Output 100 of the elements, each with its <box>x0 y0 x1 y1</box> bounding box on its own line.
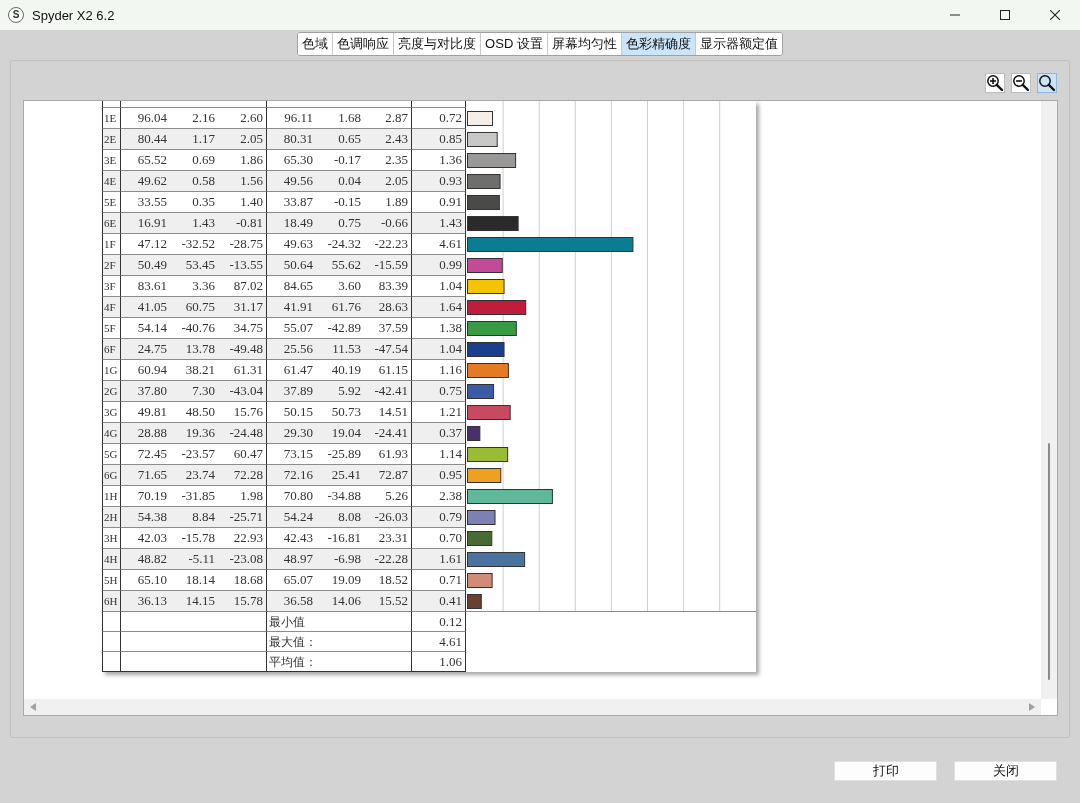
table-cell: 18.49 <box>267 213 316 234</box>
table-cell: -0.66 <box>364 213 412 234</box>
app-logo: S <box>8 7 24 23</box>
scroll-left-icon[interactable] <box>30 703 36 711</box>
window-title: Spyder X2 6.2 <box>32 7 115 23</box>
table-cell: 0.75 <box>412 381 466 402</box>
table-cell: 0.58 <box>170 171 218 192</box>
table-cell: 15.78 <box>218 591 267 612</box>
table-cell: 50.64 <box>267 255 316 276</box>
scroll-right-icon[interactable] <box>1029 703 1035 711</box>
table-cell: 1.56 <box>218 171 267 192</box>
table-cell: 1.17 <box>170 129 218 150</box>
table-cell: -24.41 <box>364 423 412 444</box>
table-cell: 71.65 <box>121 465 170 486</box>
table-cell: 0.12 <box>412 612 466 632</box>
table-cell <box>102 652 121 672</box>
close-button[interactable]: 关闭 <box>954 761 1057 781</box>
table-cell: 2.05 <box>218 129 267 150</box>
table-cell: 48.97 <box>267 549 316 570</box>
table-cell: 1.04 <box>412 339 466 360</box>
vertical-scrollbar[interactable] <box>1041 101 1057 699</box>
table-cell: 1.43 <box>412 213 466 234</box>
table-cell: 31.17 <box>218 297 267 318</box>
table-cell: 41.91 <box>267 297 316 318</box>
table-cell: 2H <box>102 507 121 528</box>
table-cell: -26.03 <box>364 507 412 528</box>
table-cell: 0.75 <box>316 213 364 234</box>
table-cell: 36.58 <box>267 591 316 612</box>
table-cell: 最大值： <box>267 632 412 652</box>
table-cell: -49.48 <box>218 339 267 360</box>
print-button[interactable]: 打印 <box>834 761 937 781</box>
table-cell: 72.87 <box>364 465 412 486</box>
table-cell: 37.80 <box>121 381 170 402</box>
table-cell: 61.76 <box>316 297 364 318</box>
tab[interactable]: 色彩精确度 <box>620 33 695 55</box>
table-cell: 1.64 <box>412 297 466 318</box>
table-cell: 41.05 <box>121 297 170 318</box>
table-cell: 1.61 <box>412 549 466 570</box>
table-cell: -5.11 <box>170 549 218 570</box>
table-cell: 29.30 <box>267 423 316 444</box>
table-cell: -25.71 <box>218 507 267 528</box>
table-cell: -6.98 <box>316 549 364 570</box>
table-cell: 0.99 <box>412 255 466 276</box>
scroll-thumb[interactable] <box>1048 443 1050 680</box>
table-cell: -13.55 <box>218 255 267 276</box>
table-cell: 2E <box>102 129 121 150</box>
table-cell: -23.08 <box>218 549 267 570</box>
table-cell: 8.08 <box>316 507 364 528</box>
table-cell: 5.92 <box>316 381 364 402</box>
table-cell: 11.53 <box>316 339 364 360</box>
table-cell: 15.52 <box>364 591 412 612</box>
table-cell: 4G <box>102 423 121 444</box>
table-cell: -15.59 <box>364 255 412 276</box>
table-cell: 50.49 <box>121 255 170 276</box>
table-cell: 49.56 <box>267 171 316 192</box>
table-cell: 0.04 <box>316 171 364 192</box>
table-cell: 0.95 <box>412 465 466 486</box>
table-cell: 1.43 <box>170 213 218 234</box>
table-cell: 4H <box>102 549 121 570</box>
table-cell: 最小值 <box>267 612 412 632</box>
table-cell: 25.41 <box>316 465 364 486</box>
tab[interactable]: 显示器额定值 <box>694 33 782 55</box>
table-cell: 28.88 <box>121 423 170 444</box>
table-cell: 0.79 <box>412 507 466 528</box>
close-icon[interactable] <box>1050 10 1060 20</box>
table-cell: 72.16 <box>267 465 316 486</box>
table-cell: 54.38 <box>121 507 170 528</box>
table-cell: -42.41 <box>364 381 412 402</box>
table-cell: -0.81 <box>218 213 267 234</box>
table-cell: 60.75 <box>170 297 218 318</box>
table-cell: 4F <box>102 297 121 318</box>
table-cell: -24.48 <box>218 423 267 444</box>
table-cell: 6F <box>102 339 121 360</box>
table-cell: 23.74 <box>170 465 218 486</box>
table-cell: 8.84 <box>170 507 218 528</box>
table-cell: 24.75 <box>121 339 170 360</box>
horizontal-scrollbar[interactable] <box>24 699 1041 715</box>
zoom-in-icon[interactable] <box>985 73 1005 93</box>
zoom-out-icon[interactable] <box>1011 73 1031 93</box>
table-cell: 19.36 <box>170 423 218 444</box>
table-cell: 16.91 <box>121 213 170 234</box>
magnifier-icon[interactable] <box>1037 73 1057 93</box>
table-cell: 0.65 <box>316 129 364 150</box>
table-cell: 2.05 <box>364 171 412 192</box>
maximize-icon[interactable] <box>1000 10 1010 20</box>
table-cell: 2G <box>102 381 121 402</box>
table-cell: -43.04 <box>218 381 267 402</box>
table-cell: 2F <box>102 255 121 276</box>
table-cell: 4E <box>102 171 121 192</box>
table-cell: 28.63 <box>364 297 412 318</box>
table-cell: 4.61 <box>412 632 466 652</box>
table-cell: 36.13 <box>121 591 170 612</box>
table-cell: 6H <box>102 591 121 612</box>
table-cell: 80.44 <box>121 129 170 150</box>
table-cell: 48.82 <box>121 549 170 570</box>
table-cell: 53.45 <box>170 255 218 276</box>
table-cell: 0.93 <box>412 171 466 192</box>
table-cell: 19.04 <box>316 423 364 444</box>
table-cell: 55.62 <box>316 255 364 276</box>
table-cell: 14.06 <box>316 591 364 612</box>
